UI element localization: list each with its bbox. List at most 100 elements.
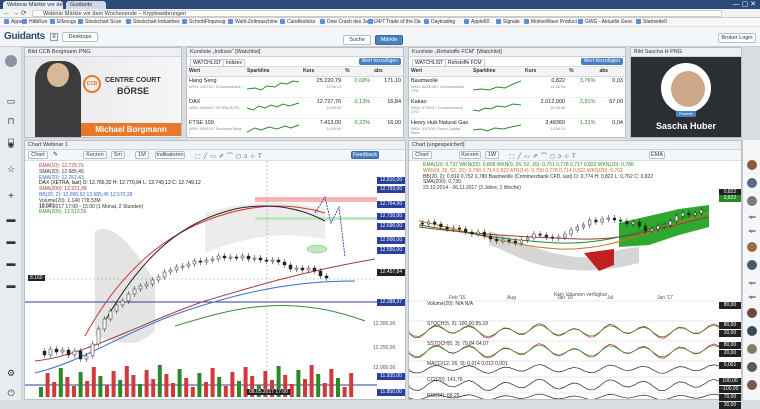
avatar[interactable] — [747, 242, 757, 252]
add-value-button[interactable]: Wert hinzufügen — [358, 58, 401, 65]
broker-icon[interactable]: dpa — [746, 212, 758, 221]
bookmark[interactable]: Dow Crash des Jahrh — [320, 19, 375, 26]
list-selector[interactable]: Indizes — [223, 59, 245, 67]
legend-entry[interactable]: EMA(200): 12.513,56 — [39, 210, 259, 216]
chart-type-button[interactable]: Kerzen — [83, 151, 107, 159]
broker-icon[interactable]: dpa — [746, 226, 758, 235]
plus-icon[interactable]: + — [5, 192, 17, 202]
avatar[interactable] — [747, 326, 757, 336]
bookmark[interactable]: HdbRun — [22, 19, 47, 26]
feedback-button[interactable]: Feedback — [351, 151, 379, 159]
avatar[interactable] — [747, 178, 757, 188]
search-button[interactable]: Suche — [343, 35, 371, 45]
folder-icon[interactable]: ▬ — [5, 280, 17, 290]
table-row[interactable]: Kakao WKN: 970991 / Commerzbank CFD 2.012… — [409, 97, 625, 119]
menu-icon[interactable]: ≡ — [50, 33, 58, 41]
bookmark[interactable]: Apple60 — [464, 19, 489, 26]
star-icon[interactable]: ☆ — [5, 164, 17, 174]
table-row[interactable]: Henry Hub Natural Gas WKN: 437108 / Forex… — [409, 118, 625, 140]
legend-entry[interactable]: 23.10.2014 - 06.11.2017 (3 Jahre, 1 Woch… — [423, 185, 713, 192]
range-button[interactable]: 1M — [135, 151, 149, 159]
indicator-label[interactable]: RSI(14): 68,26 — [427, 393, 460, 399]
monitor-icon[interactable]: ▭ — [5, 96, 17, 106]
indicator-label[interactable]: SSTOCH(5, 3): 79,84 64,07 — [427, 341, 489, 347]
url-input[interactable]: Webinar Märkte vor dem Wochenende – Kryp… — [32, 10, 722, 17]
bookmark[interactable]: Candlesticks — [280, 19, 315, 26]
avatar[interactable] — [747, 380, 757, 390]
gear-icon[interactable]: ⚙ — [5, 368, 17, 378]
bookmark[interactable]: Stockchart Scan — [78, 19, 121, 26]
watchlist-tab[interactable]: WATCHLIST — [412, 59, 447, 67]
app-logo[interactable]: Guidants — [4, 31, 45, 42]
table-row[interactable]: Hang Seng WKN: 145733 / Commerzbank I 25.… — [187, 76, 403, 98]
broker-login-button[interactable]: Broker Login — [718, 33, 756, 43]
price-axis[interactable]: 0,822 0,822 Volume(20): N/A N/A 80,00 STOCH(… — [427, 161, 741, 409]
instrument-name[interactable]: Hang Seng — [189, 78, 217, 84]
avatar[interactable] — [747, 196, 757, 206]
user-icon[interactable] — [5, 55, 17, 67]
instrument-name[interactable]: Henry Hub Natural Gas — [411, 120, 468, 126]
chart-type-button[interactable]: Kerzen — [459, 151, 481, 159]
indicator-label[interactable]: CCI(20): 141,76 — [427, 377, 463, 383]
column-header[interactable]: Sparkline — [245, 67, 301, 77]
bookmark[interactable]: Apps — [4, 19, 22, 26]
browser-tab[interactable]: Guidants — [66, 1, 106, 9]
table-row[interactable]: Baumwolle WKN: A0AEZN / Commerzbank CFD 0… — [409, 76, 625, 98]
avatar[interactable] — [747, 160, 757, 170]
avatar[interactable] — [747, 362, 757, 372]
indicator-button[interactable]: EMA — [649, 151, 665, 159]
power-icon[interactable]: ⏻ — [5, 388, 17, 398]
column-header[interactable]: abs — [597, 67, 625, 77]
interval-button[interactable]: 5m — [111, 151, 125, 159]
add-value-button[interactable]: Wert hinzufügen — [580, 58, 623, 65]
column-header[interactable]: Kurs — [301, 67, 344, 77]
folder-icon[interactable]: ▬ — [5, 258, 17, 268]
avatar[interactable] — [747, 344, 757, 354]
bookmark[interactable]: 24/7 Trade of the Da — [368, 19, 421, 26]
bookmark[interactable]: MotiveWave Product — [524, 19, 577, 26]
drawing-tools-icon[interactable]: ⬚╱▭✐⌒◻ↄ⊹T — [509, 151, 579, 160]
window-controls[interactable]: — ▢ ✕ — [733, 0, 756, 9]
nav-arrows-icon[interactable]: ← → ⟳ — [3, 10, 27, 17]
column-header[interactable]: Wert — [409, 67, 471, 77]
bookmark[interactable]: Startseite0 — [636, 19, 667, 26]
instrument-name[interactable]: Kakao — [411, 99, 427, 105]
chart-menu-button[interactable]: Chart — [28, 151, 48, 159]
markets-button[interactable]: Märkte — [375, 35, 403, 45]
bookmark[interactable]: Daytrading — [424, 19, 455, 26]
indicator-label[interactable]: STOCH(5, 3): 100,00 85,19 — [427, 321, 488, 327]
instrument-name[interactable]: FTSE 100 — [189, 120, 214, 126]
column-header[interactable]: Kurs — [523, 67, 568, 77]
instrument-name[interactable]: Baumwolle — [411, 78, 438, 84]
indicator-label[interactable]: MACD(12, 26, 9): 0,014 0,012 0,001 — [427, 361, 508, 367]
broker-icon[interactable]: dpa — [746, 278, 758, 287]
cart-icon[interactable]: ⊓ — [5, 116, 17, 126]
column-header[interactable]: abs — [372, 67, 403, 77]
avatar[interactable] — [747, 308, 757, 318]
bookmark[interactable]: Elfzeugs — [50, 19, 76, 26]
price-axis[interactable]: 12.810,00 12.793,00 12.764,00 12.720,00 12.6… — [373, 161, 405, 399]
list-selector[interactable]: Rohstoffe FCM — [445, 59, 485, 67]
browser-tab[interactable]: Webinar Märkte vor dem Wochenende — [3, 1, 63, 9]
bookmark[interactable]: GWG - Aktuelle Gesc — [578, 19, 633, 26]
watchlist-tab[interactable]: WATCHLIST — [190, 59, 225, 67]
draw-icon[interactable]: ✎ — [53, 151, 58, 158]
column-header[interactable]: Wert — [187, 67, 245, 77]
column-header[interactable]: % — [567, 67, 598, 77]
table-row[interactable]: DAX WKN: 846900 / XETRA (EXP) 12.727,76 14… — [187, 97, 403, 119]
folder-icon[interactable]: ▬ — [5, 236, 17, 246]
chart-menu-button[interactable]: Chart — [412, 151, 432, 159]
avatar[interactable] — [747, 260, 757, 270]
column-header[interactable]: Sparkline — [471, 67, 523, 77]
bookmark[interactable]: SchrottFlopzeug — [182, 19, 225, 26]
eye-icon[interactable]: ◉ — [5, 140, 17, 150]
indicators-button[interactable]: Indikatoren — [155, 151, 185, 159]
broker-icon[interactable]: dpa — [746, 292, 758, 301]
instrument-name[interactable]: DAX — [189, 99, 200, 105]
column-header[interactable]: % — [343, 67, 373, 77]
table-row[interactable]: FTSE 100 WKN: 969378 / Deutsche Bank I 7.… — [187, 118, 403, 140]
bookmark[interactable]: Wahl-Zeitmaschine — [228, 19, 278, 26]
bookmark[interactable]: Stockchart Industries — [126, 19, 180, 26]
bookmark[interactable]: Signale — [496, 19, 520, 26]
indicator-label[interactable]: Volume(20): N/A N/A — [427, 301, 473, 307]
